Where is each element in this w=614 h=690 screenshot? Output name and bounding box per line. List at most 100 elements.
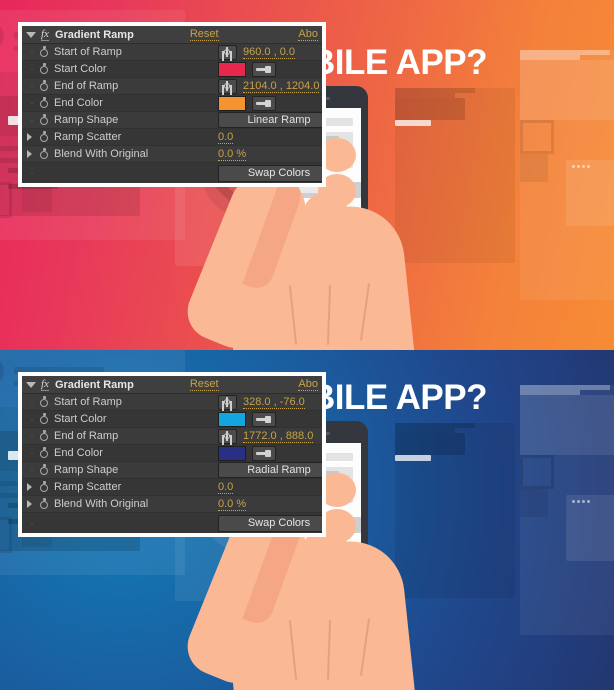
- row-bullet: ·: [30, 464, 34, 475]
- property-row-end-of-ramp[interactable]: · End of Ramp 1772.0 , 888.0: [22, 428, 322, 445]
- stopwatch-icon[interactable]: [38, 96, 51, 110]
- color-swatch[interactable]: [218, 411, 246, 427]
- stopwatch-icon[interactable]: [38, 429, 51, 443]
- property-row-start-of-ramp[interactable]: · Start of Ramp 960.0 , 0.0: [22, 44, 322, 61]
- bg-card-right-c: [566, 495, 614, 561]
- effect-title: Gradient Ramp: [54, 378, 134, 391]
- property-row-end-color[interactable]: · End Color: [22, 445, 322, 462]
- twirl-arrow[interactable]: [26, 500, 38, 508]
- eyedropper-icon[interactable]: [252, 61, 276, 77]
- about-link[interactable]: Abo: [298, 28, 318, 41]
- stopwatch-icon[interactable]: [38, 79, 51, 93]
- row-bullet: ·: [30, 430, 34, 441]
- about-link[interactable]: Abo: [298, 378, 318, 391]
- row-bullet: ·: [30, 97, 34, 108]
- row-bullet: ·: [30, 114, 34, 125]
- headline-text: BILE APP?: [310, 43, 488, 82]
- position-value[interactable]: 960.0 , 0.0: [243, 46, 295, 59]
- property-row-blend-with-original[interactable]: Blend With Original 0.0 %: [22, 146, 322, 163]
- property-row-ramp-scatter[interactable]: Ramp Scatter 0.0: [22, 479, 322, 496]
- property-label: Start Color: [54, 63, 107, 75]
- swap-colors-label: Swap Colors: [247, 167, 311, 179]
- eyedropper-icon[interactable]: [252, 445, 276, 461]
- stopwatch-icon[interactable]: [38, 480, 51, 494]
- color-swatch[interactable]: [218, 445, 246, 461]
- property-row-start-color[interactable]: · Start Color: [22, 411, 322, 428]
- property-row-start-color[interactable]: · Start Color: [22, 61, 322, 78]
- stopwatch-icon[interactable]: [38, 147, 51, 161]
- stopwatch-icon[interactable]: [38, 497, 51, 511]
- stopwatch-icon[interactable]: [38, 395, 51, 409]
- bg-card-right-c: [566, 160, 614, 226]
- property-label: Start of Ramp: [54, 396, 122, 408]
- effect-controls-panel-radial[interactable]: fx Gradient Ramp Reset Abo · Start of Ra…: [18, 372, 326, 537]
- swap-colors-row[interactable]: · Swap Colors: [22, 513, 322, 533]
- swap-colors-button[interactable]: Swap Colors: [218, 164, 322, 182]
- position-picker-icon[interactable]: [218, 428, 237, 444]
- property-row-ramp-scatter[interactable]: Ramp Scatter 0.0: [22, 129, 322, 146]
- property-label: End of Ramp: [54, 430, 119, 442]
- swap-colors-button[interactable]: Swap Colors: [218, 514, 322, 532]
- property-row-end-of-ramp[interactable]: · End of Ramp 2104.0 , 1204.0: [22, 78, 322, 95]
- twirl-arrow[interactable]: [26, 133, 38, 141]
- twirl-arrow[interactable]: [26, 483, 38, 491]
- blend-value[interactable]: 0.0 %: [218, 498, 247, 511]
- stopwatch-icon[interactable]: [38, 113, 51, 127]
- scatter-value[interactable]: 0.0: [218, 481, 234, 494]
- position-value[interactable]: 328.0 , -76.0: [243, 396, 305, 409]
- position-value[interactable]: 2104.0 , 1204.0: [243, 80, 320, 93]
- reset-link[interactable]: Reset: [189, 378, 219, 391]
- property-label: Blend With Original: [54, 498, 149, 510]
- dropdown-value: Radial Ramp: [247, 464, 311, 476]
- property-label: Ramp Shape: [54, 464, 119, 476]
- property-label: Start Color: [54, 413, 107, 425]
- stopwatch-icon[interactable]: [38, 412, 51, 426]
- effect-controls-panel-linear[interactable]: fx Gradient Ramp Reset Abo · Start of Ra…: [18, 22, 326, 187]
- scatter-value[interactable]: 0.0: [218, 131, 234, 144]
- disclosure-triangle-icon[interactable]: [26, 381, 36, 388]
- fx-badge-icon: fx: [41, 378, 49, 391]
- property-label: Ramp Shape: [54, 114, 119, 126]
- blend-value[interactable]: 0.0 %: [218, 148, 247, 161]
- property-row-start-of-ramp[interactable]: · Start of Ramp 328.0 , -76.0: [22, 394, 322, 411]
- headline-text: BILE APP?: [310, 378, 488, 417]
- property-label: End of Ramp: [54, 80, 119, 92]
- row-bullet: ·: [30, 396, 34, 407]
- swap-colors-row[interactable]: · Swap Colors: [22, 163, 322, 183]
- ramp-shape-dropdown[interactable]: Linear Ramp: [218, 112, 322, 128]
- property-label: End Color: [54, 447, 103, 459]
- property-row-ramp-shape[interactable]: · Ramp Shape Radial Ramp: [22, 462, 322, 479]
- property-row-end-color[interactable]: · End Color: [22, 95, 322, 112]
- eyedropper-icon[interactable]: [252, 95, 276, 111]
- row-bullet: ·: [30, 447, 34, 458]
- disclosure-triangle-icon[interactable]: [26, 31, 36, 38]
- twirl-arrow[interactable]: [26, 150, 38, 158]
- row-bullet: ·: [30, 167, 34, 178]
- property-label: Ramp Scatter: [54, 481, 122, 493]
- row-bullet: ·: [30, 80, 34, 91]
- property-row-ramp-shape[interactable]: · Ramp Shape Linear Ramp: [22, 112, 322, 129]
- panel-header[interactable]: fx Gradient Ramp Reset Abo: [22, 376, 322, 394]
- property-label: Ramp Scatter: [54, 131, 122, 143]
- position-picker-icon[interactable]: [218, 78, 237, 94]
- effect-title: Gradient Ramp: [54, 28, 134, 41]
- property-label: End Color: [54, 97, 103, 109]
- position-picker-icon[interactable]: [218, 44, 237, 60]
- stopwatch-icon[interactable]: [38, 45, 51, 59]
- property-row-blend-with-original[interactable]: Blend With Original 0.0 %: [22, 496, 322, 513]
- property-label: Start of Ramp: [54, 46, 122, 58]
- reset-link[interactable]: Reset: [189, 28, 219, 41]
- color-swatch[interactable]: [218, 95, 246, 111]
- position-value[interactable]: 1772.0 , 888.0: [243, 430, 314, 443]
- ramp-shape-dropdown[interactable]: Radial Ramp: [218, 462, 322, 478]
- eyedropper-icon[interactable]: [252, 411, 276, 427]
- color-swatch[interactable]: [218, 61, 246, 77]
- position-picker-icon[interactable]: [218, 394, 237, 410]
- stopwatch-icon[interactable]: [38, 463, 51, 477]
- stopwatch-icon[interactable]: [38, 446, 51, 460]
- row-bullet: ·: [30, 46, 34, 57]
- row-bullet: ·: [30, 517, 34, 528]
- stopwatch-icon[interactable]: [38, 130, 51, 144]
- stopwatch-icon[interactable]: [38, 62, 51, 76]
- panel-header[interactable]: fx Gradient Ramp Reset Abo: [22, 26, 322, 44]
